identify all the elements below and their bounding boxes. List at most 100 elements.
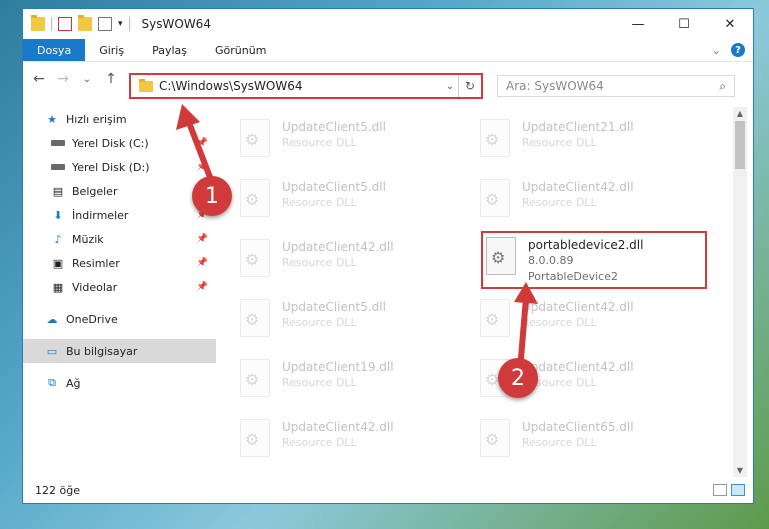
file-item[interactable]: UpdateClient65.dll Resource DLL: [480, 419, 700, 471]
music-icon: ♪: [54, 232, 62, 246]
file-name: UpdateClient5.dll: [282, 120, 386, 134]
up-button[interactable]: ↑: [103, 71, 119, 87]
address-path[interactable]: C:\Windows\SysWOW64: [159, 79, 442, 93]
file-name: UpdateClient42.dll: [522, 180, 634, 194]
ribbon-tabs: Dosya Giriş Paylaş Görünüm ⌄ ?: [23, 39, 753, 62]
sidebar-item-this-pc[interactable]: ▭ Bu bilgisayar: [23, 339, 216, 363]
details-view-button[interactable]: [713, 484, 727, 496]
file-item[interactable]: UpdateClient5.dll Resource DLL: [240, 299, 460, 351]
pin-icon[interactable]: 📌: [197, 234, 208, 244]
pin-icon[interactable]: 📌: [197, 282, 208, 292]
sidebar-item-onedrive[interactable]: ☁ OneDrive: [23, 307, 216, 331]
tab-home[interactable]: Giriş: [85, 39, 138, 61]
sidebar-item-label: Yerel Disk (D:): [72, 160, 150, 174]
dll-file-icon: [240, 179, 270, 217]
file-description: Resource DLL: [282, 256, 357, 269]
file-item[interactable]: UpdateClient5.dll Resource DLL: [240, 179, 460, 231]
tab-file[interactable]: Dosya: [23, 39, 86, 61]
sidebar-item-label: İndirmeler: [72, 208, 129, 222]
dll-file-icon: [480, 419, 510, 457]
file-name: UpdateClient42.dll: [282, 240, 394, 254]
sidebar-item-label: Videolar: [72, 280, 118, 294]
search-input[interactable]: Ara: SysWOW64 ⌕: [497, 75, 735, 97]
view-menu-icon[interactable]: [98, 17, 112, 31]
file-list: UpdateClient5.dll Resource DLL UpdateClie…: [216, 107, 736, 477]
file-description: Resource DLL: [282, 136, 357, 149]
title-bar: ▾ SysWOW64 — ☐ ✕: [23, 9, 753, 39]
file-item[interactable]: UpdateClient42.dll Resource DLL: [240, 239, 460, 291]
sidebar-item-network[interactable]: ⧉ Ağ: [23, 371, 216, 395]
pictures-icon: ▣: [52, 256, 64, 270]
scroll-up-icon[interactable]: ▲: [733, 109, 747, 118]
drive-icon: [51, 164, 65, 170]
file-description: Resource DLL: [282, 196, 357, 209]
file-name: UpdateClient5.dll: [282, 300, 386, 314]
dll-file-icon: [480, 119, 510, 157]
divider: [51, 17, 52, 31]
refresh-button[interactable]: ↻: [458, 75, 481, 97]
file-description: Resource DLL: [522, 436, 597, 449]
help-icon[interactable]: ?: [731, 43, 745, 57]
file-item[interactable]: UpdateClient5.dll Resource DLL: [240, 119, 460, 171]
file-item[interactable]: UpdateClient21.dll Resource DLL: [480, 119, 700, 171]
dll-file-icon: [240, 239, 270, 277]
tab-share[interactable]: Paylaş: [138, 39, 201, 61]
divider: [128, 17, 130, 31]
sidebar-item-music[interactable]: ♪ Müzik 📌: [23, 227, 216, 251]
vertical-scrollbar[interactable]: ▲ ▼: [733, 107, 747, 477]
file-item[interactable]: UpdateClient42.dll Resource DLL: [240, 419, 460, 471]
back-button[interactable]: ←: [31, 71, 47, 87]
new-folder-icon[interactable]: [78, 15, 92, 31]
sidebar-item-label: Müzik: [72, 232, 104, 246]
file-description: Resource DLL: [522, 196, 597, 209]
sidebar-item-label: Yerel Disk (C:): [72, 136, 149, 150]
forward-button[interactable]: →: [55, 71, 71, 87]
sidebar-item-videos[interactable]: ▦ Videolar 📌: [23, 275, 216, 299]
file-name: UpdateClient42.dll: [282, 420, 394, 434]
chevron-down-icon[interactable]: ⌄: [442, 81, 458, 92]
recent-locations-button[interactable]: ⌄: [79, 74, 95, 85]
scroll-down-icon[interactable]: ▼: [733, 466, 747, 475]
dll-file-icon: [240, 299, 270, 337]
customize-toolbar-icon[interactable]: ▾: [118, 19, 123, 29]
callout-badge-2: 2: [498, 358, 538, 398]
minimize-button[interactable]: —: [615, 9, 661, 39]
file-description: Resource DLL: [282, 376, 357, 389]
file-item[interactable]: UpdateClient19.dll Resource DLL: [240, 359, 460, 411]
sidebar-item-pictures[interactable]: ▣ Resimler 📌: [23, 251, 216, 275]
document-icon: ▤: [52, 184, 64, 198]
tab-view[interactable]: Görünüm: [201, 39, 280, 61]
file-name: UpdateClient19.dll: [282, 360, 394, 374]
explorer-window: ▾ SysWOW64 — ☐ ✕ Dosya Giriş Paylaş Görü…: [22, 8, 754, 504]
callout-badge-1: 1: [192, 176, 232, 216]
search-placeholder: Ara: SysWOW64: [506, 79, 604, 93]
search-icon: ⌕: [719, 78, 726, 93]
properties-icon[interactable]: [58, 17, 72, 31]
pin-icon[interactable]: 📌: [197, 258, 208, 268]
tiles-view-button[interactable]: [731, 484, 745, 496]
sidebar-item-label: Resimler: [72, 256, 120, 270]
file-item[interactable]: UpdateClient42.dll Resource DLL: [480, 179, 700, 231]
maximize-button[interactable]: ☐: [661, 9, 707, 39]
close-button[interactable]: ✕: [707, 9, 753, 39]
file-description: Resource DLL: [282, 316, 357, 329]
expand-ribbon-icon[interactable]: ⌄: [712, 44, 721, 57]
folder-icon: [139, 78, 153, 92]
file-description: Resource DLL: [522, 136, 597, 149]
dll-file-icon: [240, 359, 270, 397]
address-bar[interactable]: C:\Windows\SysWOW64 ⌄ ↻: [129, 73, 483, 99]
file-name: UpdateClient5.dll: [282, 180, 386, 194]
star-icon: ★: [47, 112, 57, 126]
dll-file-icon: [240, 119, 270, 157]
window-title: SysWOW64: [141, 17, 211, 31]
network-icon: ⧉: [48, 376, 56, 389]
dll-file-icon: [480, 179, 510, 217]
sidebar-item-label: Bu bilgisayar: [66, 344, 138, 358]
status-bar: 122 öğe: [23, 477, 753, 503]
sidebar-item-label: Belgeler: [72, 184, 118, 198]
file-description: Resource DLL: [282, 436, 357, 449]
scrollbar-thumb[interactable]: [735, 121, 745, 169]
video-icon: ▦: [52, 280, 64, 294]
